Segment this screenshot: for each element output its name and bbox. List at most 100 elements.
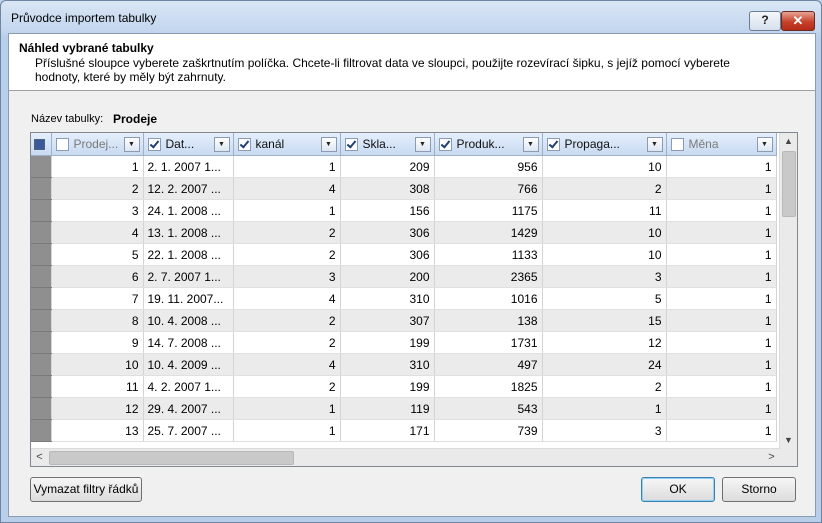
clear-row-filters-button[interactable]: Vymazat filtry řádků: [30, 477, 142, 502]
row-selector[interactable]: [31, 199, 52, 222]
column-header[interactable]: Skla... ▼: [340, 133, 435, 156]
column-include-checkbox[interactable]: [237, 137, 251, 151]
table-cell: 3: [542, 265, 667, 288]
preview-table: Prodej... ▼ Dat... ▼ kanál ▼ Skla... ▼ Produk...…: [31, 133, 777, 442]
column-header-label: Dat...: [165, 137, 195, 152]
column-header-label: kanál: [255, 137, 285, 152]
header-description: Příslušné sloupce vyberete zaškrtnutím p…: [35, 56, 730, 84]
column-include-checkbox[interactable]: [344, 137, 358, 151]
table-row[interactable]: 4 13. 1. 2008 ... 2 306 1429 10 1: [31, 221, 777, 244]
filter-dropdown-arrow-icon[interactable]: ▼: [123, 137, 140, 152]
table-cell: 766: [434, 177, 543, 200]
close-button[interactable]: ✕: [781, 11, 815, 31]
table-cell: 1: [666, 199, 777, 222]
column-header[interactable]: Měna ▼: [666, 133, 777, 156]
table-row[interactable]: 2 12. 2. 2007 ... 4 308 766 2 1: [31, 177, 777, 200]
table-row[interactable]: 7 19. 11. 2007... 4 310 1016 5 1: [31, 287, 777, 310]
table-cell: 1: [233, 419, 341, 442]
column-include-checkbox[interactable]: [546, 137, 560, 151]
dialog-client-area: Náhled vybrané tabulky Příslušné sloupce…: [8, 33, 816, 517]
column-header[interactable]: Produk... ▼: [434, 133, 543, 156]
table-cell: 2: [233, 309, 341, 332]
table-cell: 5: [51, 243, 144, 266]
row-selector[interactable]: [31, 243, 52, 266]
header-title: Náhled vybrané tabulky: [19, 41, 154, 55]
table-cell: 24: [542, 353, 667, 376]
table-cell: 119: [340, 397, 435, 420]
table-row[interactable]: 13 25. 7. 2007 ... 1 171 739 3 1: [31, 419, 777, 442]
table-row[interactable]: 3 24. 1. 2008 ... 1 156 1175 11 1: [31, 199, 777, 222]
window-title: Průvodce importem tabulky: [11, 11, 157, 25]
table-row[interactable]: 9 14. 7. 2008 ... 2 199 1731 12 1: [31, 331, 777, 354]
table-cell: 6: [51, 265, 144, 288]
row-selector[interactable]: [31, 375, 52, 398]
table-row[interactable]: 5 22. 1. 2008 ... 2 306 1133 10 1: [31, 243, 777, 266]
table-cell: 1: [233, 155, 341, 178]
table-cell: 310: [340, 287, 435, 310]
filter-dropdown-arrow-icon[interactable]: ▼: [213, 137, 230, 152]
table-cell: 1175: [434, 199, 543, 222]
scroll-left-arrow-icon[interactable]: <: [31, 449, 48, 466]
column-header[interactable]: Prodej... ▼: [51, 133, 144, 156]
vertical-scroll-thumb[interactable]: [782, 151, 796, 217]
scroll-down-arrow-icon[interactable]: ▼: [780, 432, 797, 449]
filter-dropdown-arrow-icon[interactable]: ▼: [646, 137, 663, 152]
table-row[interactable]: 1 2. 1. 2007 1... 1 209 956 10 1: [31, 155, 777, 178]
table-cell: 3: [542, 419, 667, 442]
table-cell: 956: [434, 155, 543, 178]
table-row[interactable]: 8 10. 4. 2008 ... 2 307 138 15 1: [31, 309, 777, 332]
ok-button[interactable]: OK: [641, 477, 715, 502]
scroll-up-arrow-icon[interactable]: ▲: [780, 133, 797, 150]
column-include-checkbox[interactable]: [438, 137, 452, 151]
table-cell: 497: [434, 353, 543, 376]
row-selector[interactable]: [31, 287, 52, 310]
row-selector[interactable]: [31, 309, 52, 332]
table-cell: 1825: [434, 375, 543, 398]
table-cell: 171: [340, 419, 435, 442]
table-row[interactable]: 12 29. 4. 2007 ... 1 119 543 1 1: [31, 397, 777, 420]
column-header-label: Skla...: [362, 137, 396, 152]
select-all-checkbox[interactable]: [34, 139, 45, 151]
table-cell: 3: [233, 265, 341, 288]
filter-dropdown-arrow-icon[interactable]: ▼: [756, 137, 773, 152]
row-selector[interactable]: [31, 353, 52, 376]
table-cell: 2. 1. 2007 1...: [143, 155, 234, 178]
table-cell: 2: [233, 331, 341, 354]
scroll-right-arrow-icon[interactable]: >: [763, 449, 780, 466]
row-selector[interactable]: [31, 221, 52, 244]
row-selector[interactable]: [31, 265, 52, 288]
table-cell: 1: [666, 243, 777, 266]
horizontal-scroll-thumb[interactable]: [49, 451, 294, 465]
select-all-corner[interactable]: [31, 133, 52, 156]
column-header-label: Produk...: [456, 137, 505, 152]
table-row[interactable]: 6 2. 7. 2007 1... 3 200 2365 3 1: [31, 265, 777, 288]
title-bar[interactable]: Průvodce importem tabulky ? ✕: [1, 1, 821, 33]
filter-dropdown-arrow-icon[interactable]: ▼: [414, 137, 431, 152]
filter-dropdown-arrow-icon[interactable]: ▼: [320, 137, 337, 152]
horizontal-scrollbar[interactable]: < >: [31, 448, 780, 466]
table-cell: 4. 2. 2007 1...: [143, 375, 234, 398]
column-include-checkbox[interactable]: [147, 137, 161, 151]
vertical-scrollbar[interactable]: ▲ ▼: [779, 133, 797, 449]
table-cell: 12: [51, 397, 144, 420]
cancel-button[interactable]: Storno: [722, 477, 796, 502]
column-header[interactable]: Propaga... ▼: [542, 133, 667, 156]
table-cell: 1: [666, 155, 777, 178]
column-include-checkbox[interactable]: [670, 137, 684, 151]
filter-dropdown-arrow-icon[interactable]: ▼: [522, 137, 539, 152]
table-cell: 12. 2. 2007 ...: [143, 177, 234, 200]
table-cell: 1: [666, 375, 777, 398]
preview-grid[interactable]: Prodej... ▼ Dat... ▼ kanál ▼ Skla... ▼ Produk...…: [30, 132, 798, 467]
row-selector[interactable]: [31, 331, 52, 354]
table-row[interactable]: 10 10. 4. 2009 ... 4 310 497 24 1: [31, 353, 777, 376]
column-header[interactable]: kanál ▼: [233, 133, 341, 156]
column-header[interactable]: Dat... ▼: [143, 133, 234, 156]
table-row[interactable]: 11 4. 2. 2007 1... 2 199 1825 2 1: [31, 375, 777, 398]
row-selector[interactable]: [31, 177, 52, 200]
row-selector[interactable]: [31, 419, 52, 442]
help-button[interactable]: ?: [749, 11, 781, 31]
column-include-checkbox[interactable]: [55, 137, 69, 151]
row-selector[interactable]: [31, 155, 52, 178]
row-selector[interactable]: [31, 397, 52, 420]
table-cell: 739: [434, 419, 543, 442]
